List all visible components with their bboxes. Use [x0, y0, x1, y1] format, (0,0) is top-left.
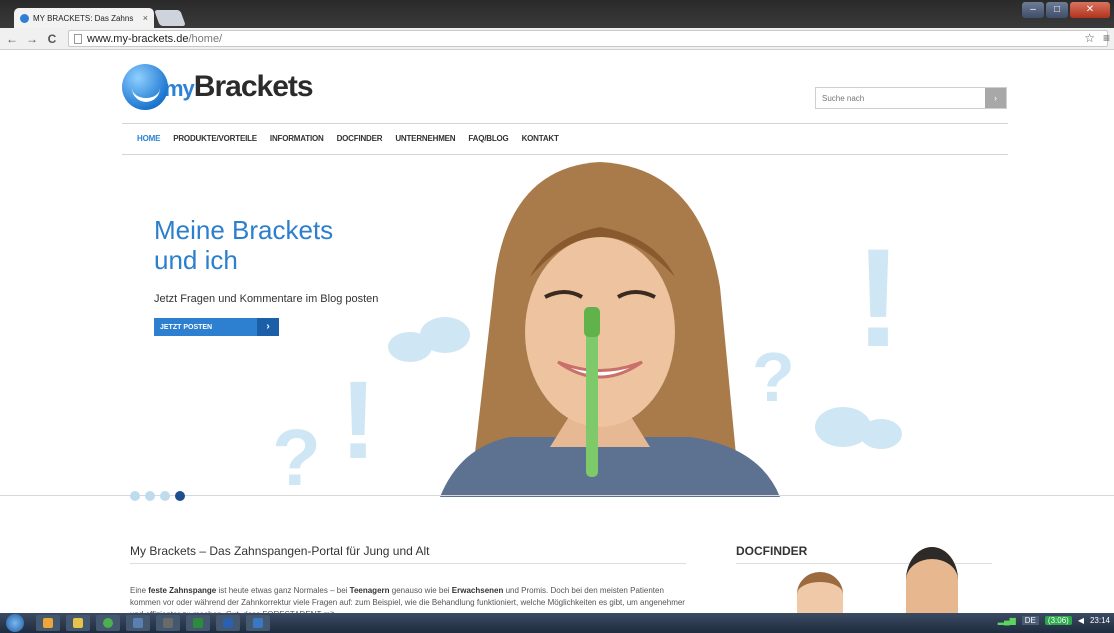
app-icon [253, 618, 263, 628]
taskbar-app-explorer[interactable] [66, 615, 90, 631]
site-logo[interactable]: myBrackets [122, 64, 314, 110]
nav-item-kontakt[interactable]: KONTAKT [522, 134, 559, 143]
exclamation-deco-icon: ! [340, 359, 377, 482]
address-bar[interactable]: www.my-brackets.de/home/ [68, 30, 1108, 47]
speech-bubble-deco-icon [860, 419, 902, 449]
hero-title: Meine Brackets und ich [154, 215, 334, 275]
window-controls: – □ ✕ [1022, 2, 1110, 18]
nav-bottom-divider [122, 154, 1008, 155]
slide-dot-4[interactable] [175, 491, 185, 501]
site-search: › [815, 87, 1007, 109]
battery-indicator[interactable]: (3:06) [1044, 616, 1072, 625]
browser-tab[interactable]: MY BRACKETS: Das Zahns × [14, 8, 154, 28]
slider-pagination [130, 491, 185, 501]
maximize-button[interactable]: □ [1046, 2, 1068, 18]
toolbar-icons: ☆ ≡ [1084, 31, 1110, 45]
nav-item-produkte[interactable]: PRODUKTE/VORTEILE [173, 134, 257, 143]
taskbar-app-8[interactable] [246, 615, 270, 631]
reload-icon[interactable]: C [44, 32, 60, 46]
app-icon [133, 618, 143, 628]
taskbar-app-excel[interactable] [186, 615, 210, 631]
nav-item-faq-blog[interactable]: FAQ/BLOG [468, 134, 508, 143]
minimize-button[interactable]: – [1022, 2, 1044, 18]
nav-item-home[interactable]: HOME [137, 134, 160, 143]
taskbar: ▂▄▆ DE (3:06) ◀ 23:14 [0, 613, 1114, 633]
start-button[interactable] [0, 613, 30, 633]
browser-titlebar: MY BRACKETS: Das Zahns × – □ ✕ [0, 0, 1114, 28]
bookmark-star-icon[interactable]: ☆ [1084, 31, 1095, 45]
question-deco-icon: ? [272, 413, 321, 497]
slide-dot-1[interactable] [130, 491, 140, 501]
web-page: myBrackets › HOME PRODUKTE/VORTEILE INFO… [0, 50, 1114, 613]
tab-title: MY BRACKETS: Das Zahns [33, 13, 134, 23]
smiley-logo-icon [122, 64, 168, 110]
browser-toolbar: ← → C www.my-brackets.de/home/ ☆ ≡ [0, 28, 1114, 50]
search-submit-button[interactable]: › [985, 88, 1006, 108]
new-tab-button[interactable] [154, 10, 186, 26]
tab-close-icon[interactable]: × [143, 13, 148, 23]
windows-logo-icon [6, 614, 24, 632]
docfinder-title: DOCFINDER [736, 544, 808, 558]
hero-slider[interactable]: ! ? ! ? Meine Brackets und ich Jetzt Fra… [0, 157, 1114, 497]
signal-icon[interactable]: ▂▄▆ [998, 616, 1016, 625]
folder-icon [73, 618, 83, 628]
app-icon [163, 618, 173, 628]
article-body: Eine feste Zahnspange ist heute etwas ga… [130, 586, 685, 613]
nav-top-divider [122, 123, 1008, 124]
post-now-button[interactable]: JETZT POSTEN › [154, 318, 279, 336]
nav-item-information[interactable]: INFORMATION [270, 134, 324, 143]
main-navigation: HOME PRODUKTE/VORTEILE INFORMATION DOCFI… [137, 134, 559, 143]
menu-icon[interactable]: ≡ [1103, 31, 1110, 45]
nav-item-unternehmen[interactable]: UNTERNEHMEN [395, 134, 455, 143]
forward-icon[interactable]: → [24, 32, 40, 46]
hero-subtitle: Jetzt Fragen und Kommentare im Blog post… [154, 293, 379, 305]
url-host: www.my-brackets.de [87, 32, 189, 45]
close-window-button[interactable]: ✕ [1070, 2, 1110, 18]
back-icon[interactable]: ← [4, 32, 20, 46]
outlook-icon [43, 618, 53, 628]
taskbar-app-chrome[interactable] [96, 615, 120, 631]
language-indicator[interactable]: DE [1021, 616, 1039, 625]
slide-dot-2[interactable] [145, 491, 155, 501]
article-title: My Brackets – Das Zahnspangen-Portal für… [130, 544, 430, 558]
word-icon [223, 618, 233, 628]
person-man-image [906, 547, 958, 613]
nav-item-docfinder[interactable]: DOCFINDER [337, 134, 383, 143]
favicon-icon [20, 13, 29, 23]
taskbar-app-word[interactable] [216, 615, 240, 631]
person-woman-image [797, 572, 843, 613]
slide-dot-3[interactable] [160, 491, 170, 501]
volume-icon[interactable]: ◀ [1078, 616, 1084, 625]
taskbar-app-5[interactable] [156, 615, 180, 631]
arrow-right-icon: › [257, 318, 279, 336]
clock[interactable]: 23:14 [1090, 616, 1110, 625]
chrome-icon [103, 618, 113, 628]
system-tray: ▂▄▆ DE (3:06) ◀ 23:14 [998, 616, 1110, 625]
logo-wordmark: myBrackets [164, 70, 314, 103]
exclamation-deco-icon: ! [855, 219, 902, 376]
search-input[interactable] [816, 88, 985, 108]
taskbar-app-outlook[interactable] [36, 615, 60, 631]
excel-icon [193, 618, 203, 628]
url-path: /home/ [188, 32, 223, 45]
hero-photo-girl-with-toothbrush [440, 162, 780, 497]
article-divider [130, 563, 686, 564]
page-icon [74, 33, 82, 44]
taskbar-app-4[interactable] [126, 615, 150, 631]
